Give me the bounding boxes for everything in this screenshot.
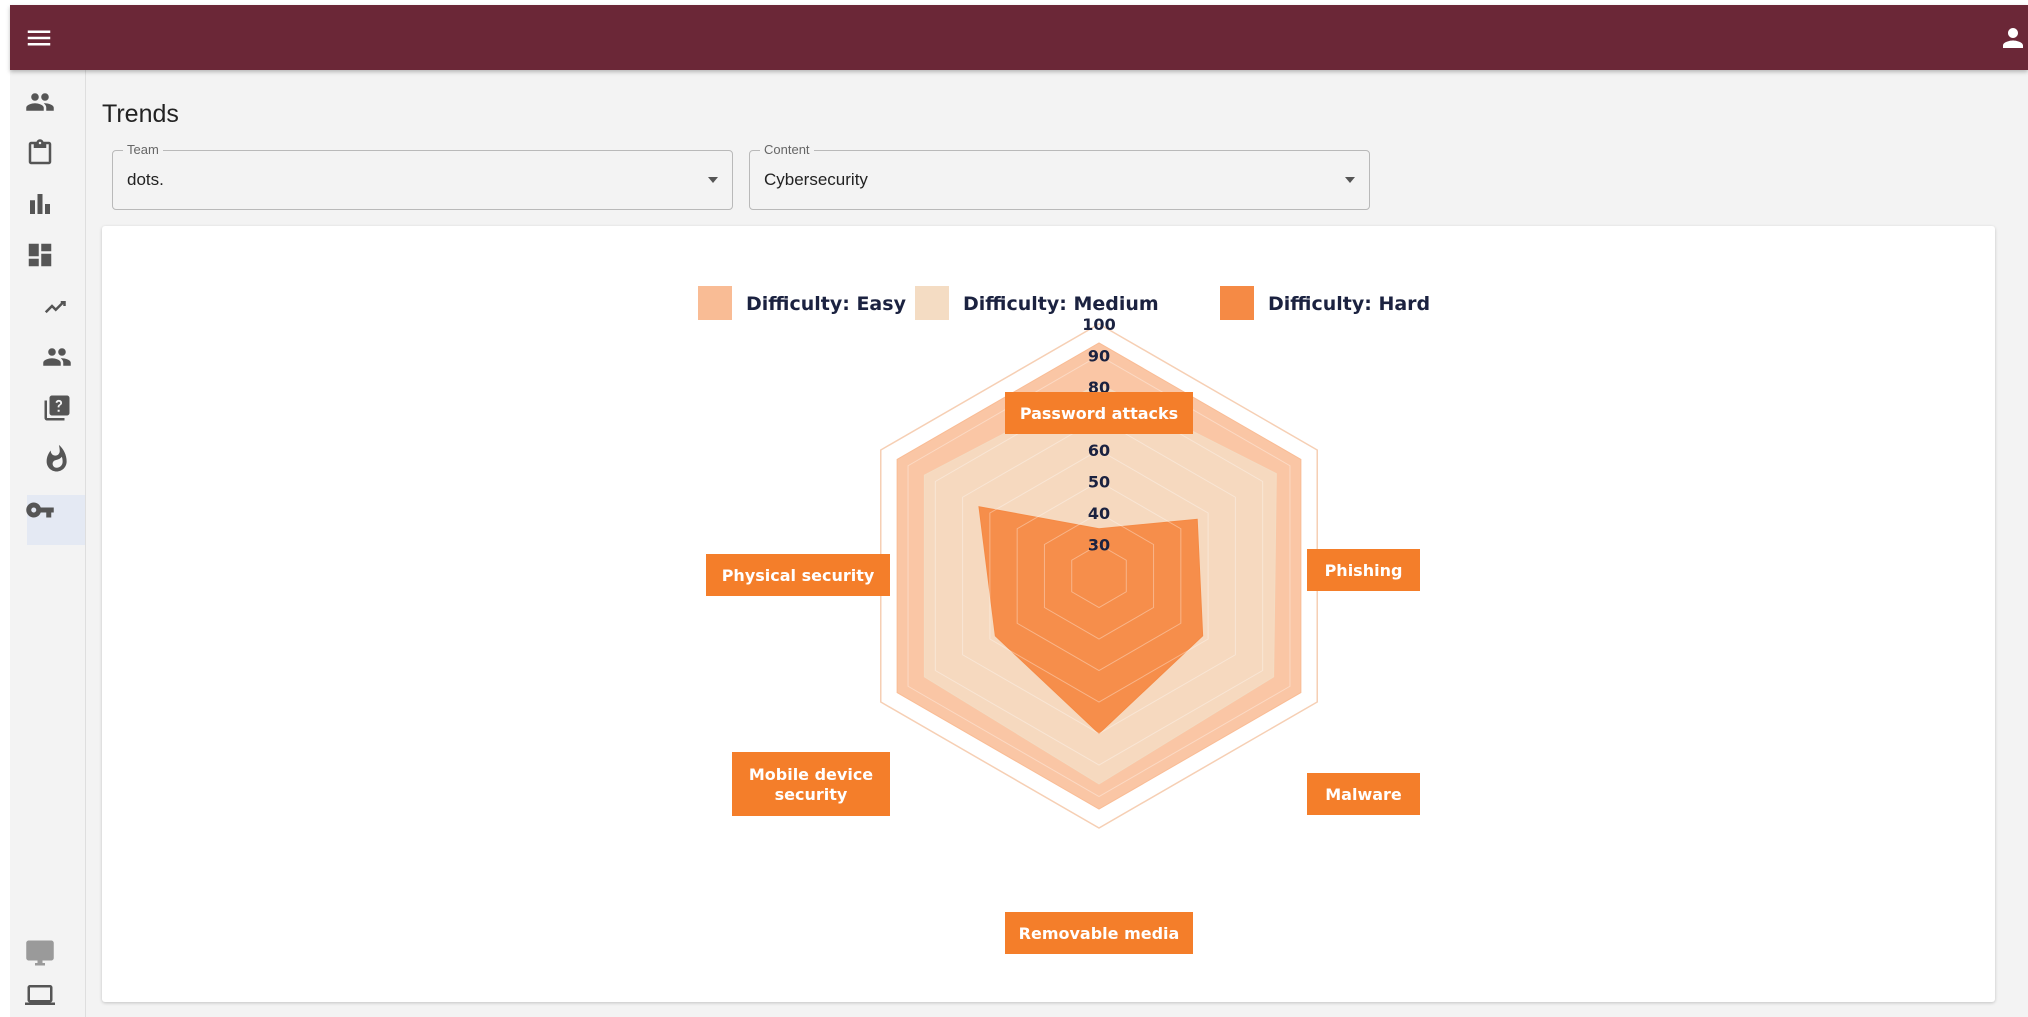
radial-tick-label: 100	[1082, 315, 1115, 334]
laptop-icon[interactable]	[25, 980, 55, 1010]
radial-tick-label: 40	[1088, 504, 1110, 523]
chart-card: Difficulty: Easy Difficulty: Medium Diffic…	[102, 226, 1995, 1002]
people-icon[interactable]	[25, 87, 55, 117]
clipboard-icon[interactable]	[25, 138, 55, 168]
team-select-value: dots.	[127, 170, 164, 189]
category-label: Removable media	[1005, 912, 1193, 954]
category-label-text: Password attacks	[1020, 404, 1178, 423]
quiz-icon[interactable]	[42, 393, 72, 423]
trending-icon[interactable]	[42, 291, 72, 321]
legend-swatch	[1220, 286, 1254, 320]
group-icon[interactable]	[42, 342, 72, 372]
legend-swatch	[698, 286, 732, 320]
chevron-down-icon	[708, 177, 718, 183]
menu-icon[interactable]	[24, 23, 54, 53]
category-label: Mobile devicesecurity	[732, 752, 890, 816]
category-label-box	[732, 752, 890, 816]
sidebar-nav	[10, 70, 86, 1017]
content-select-label: Content	[760, 142, 814, 157]
category-label: Password attacks	[1005, 392, 1193, 434]
radial-tick-label: 60	[1088, 441, 1110, 460]
legend-item: Difficulty: Medium	[915, 286, 1159, 320]
legend-label: Difficulty: Hard	[1268, 293, 1430, 315]
category-label-text: Malware	[1325, 785, 1402, 804]
legend-item: Difficulty: Hard	[1220, 286, 1430, 320]
category-label: Malware	[1307, 773, 1420, 815]
category-label-text: Removable media	[1019, 924, 1180, 943]
radial-tick-label: 50	[1088, 473, 1110, 492]
flame-icon[interactable]	[42, 444, 72, 474]
radar-chart: Difficulty: Easy Difficulty: Medium Diffic…	[698, 286, 1430, 954]
category-label: Physical security	[706, 554, 890, 596]
page-title: Trends	[102, 100, 179, 128]
radial-tick-label: 30	[1088, 536, 1110, 555]
legend-item: Difficulty: Easy	[698, 286, 907, 320]
dashboard-icon[interactable]	[25, 240, 55, 270]
team-select-label: Team	[123, 142, 163, 157]
category-label-text: Physical security	[722, 566, 875, 585]
content-select-value: Cybersecurity	[764, 170, 868, 189]
key-icon[interactable]	[25, 495, 55, 525]
legend-label: Difficulty: Medium	[963, 293, 1159, 315]
account-icon[interactable]	[1998, 23, 2028, 53]
category-label-text: Mobile device	[749, 765, 873, 784]
team-select[interactable]: Team dots.	[112, 142, 733, 210]
top-app-bar	[10, 5, 2028, 70]
legend-swatch	[915, 286, 949, 320]
legend-label: Difficulty: Easy	[746, 293, 907, 315]
monitor-icon[interactable]	[25, 938, 55, 968]
chevron-down-icon	[1345, 177, 1355, 183]
category-label-text: Phishing	[1325, 561, 1403, 580]
category-label-text: security	[775, 785, 848, 804]
radial-tick-label: 90	[1088, 347, 1110, 366]
bar-chart-icon[interactable]	[25, 189, 55, 219]
content-select[interactable]: Content Cybersecurity	[749, 142, 1370, 210]
category-label: Phishing	[1307, 549, 1420, 591]
